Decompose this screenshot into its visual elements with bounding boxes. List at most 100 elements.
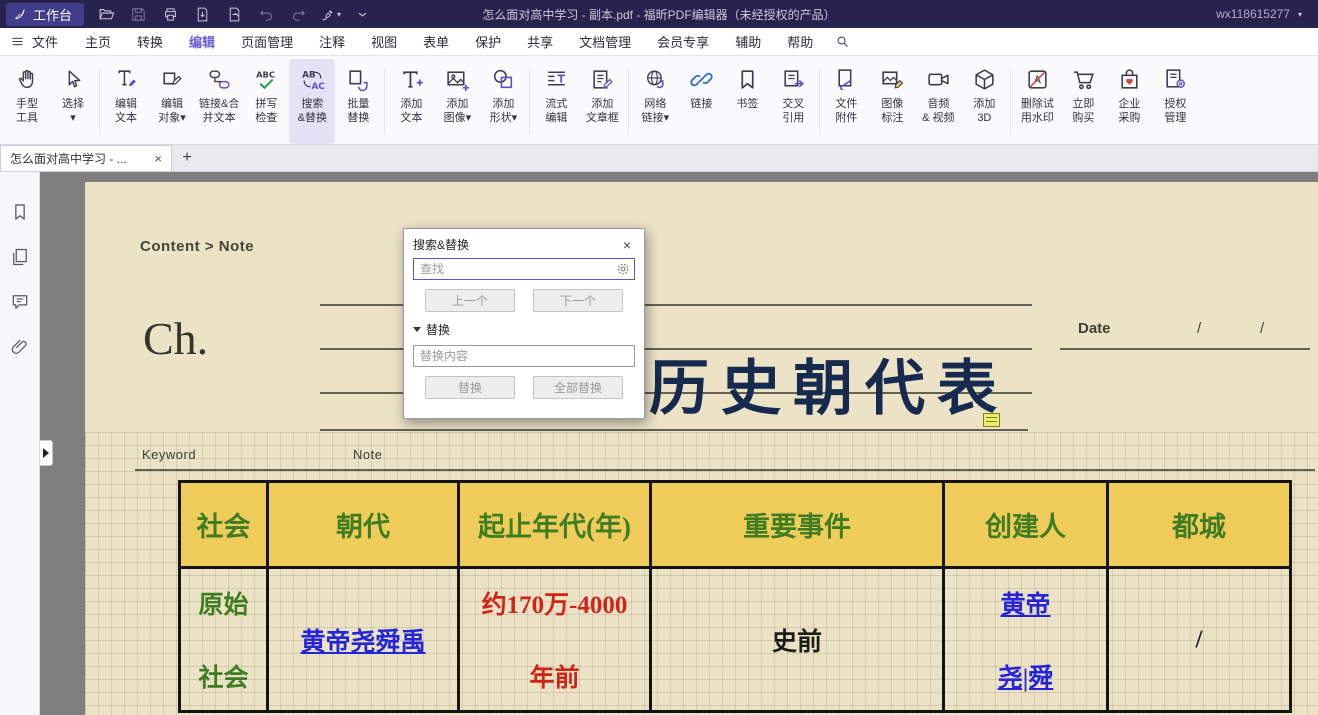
menu-item-member[interactable]: 会员专享 xyxy=(644,28,722,55)
tool-edit-text[interactable]: 编辑 文本 xyxy=(103,59,149,144)
menu-item-form[interactable]: 表单 xyxy=(410,28,462,55)
export-down-icon[interactable] xyxy=(188,3,216,25)
remove-watermark-icon: A xyxy=(1024,66,1050,92)
tool-remove-trial-watermark[interactable]: A删除试 用水印 xyxy=(1014,59,1060,144)
toolbar-group: 文件 附件图像 标注音频 & 视频添加 3D xyxy=(823,59,1007,144)
menu-item-share[interactable]: 共享 xyxy=(514,28,566,55)
tool-spell-check[interactable]: ABC拼写 检查 xyxy=(243,59,289,144)
new-tab-button[interactable]: + xyxy=(172,145,202,171)
tool-enterprise-purchase[interactable]: 企业 采购 xyxy=(1106,59,1152,144)
account-menu[interactable]: wx118615277 ▾ xyxy=(1216,7,1318,21)
cross-ref-icon xyxy=(780,66,806,92)
tool-add-image[interactable]: 添加 图像▾ xyxy=(434,59,480,144)
tool-hand-tool[interactable]: 手型 工具 xyxy=(4,59,50,144)
founder-link[interactable]: 尧|舜 xyxy=(998,658,1054,694)
menu-item-page-manage[interactable]: 页面管理 xyxy=(228,28,306,55)
replace-input[interactable] xyxy=(413,345,635,367)
dialog-close-icon[interactable]: × xyxy=(619,237,635,253)
sidebar-expand-handle[interactable] xyxy=(40,440,53,466)
add-image-icon xyxy=(445,67,470,92)
export-right-icon[interactable] xyxy=(220,3,248,25)
tool-flow-edit[interactable]: 流式 编辑 xyxy=(533,59,579,144)
account-name: wx118615277 xyxy=(1216,7,1290,21)
tool-add-article-box[interactable]: 添加 文章框 xyxy=(579,59,625,144)
next-button[interactable]: 下一个 xyxy=(533,289,623,312)
cell-society: 原始 社会 xyxy=(181,569,269,710)
pages-panel-icon[interactable] xyxy=(10,247,30,267)
tool-bookmark[interactable]: 书签 xyxy=(724,59,770,144)
redo-icon[interactable] xyxy=(284,3,312,25)
enterprise-icon xyxy=(1117,67,1142,92)
tool-edit-object[interactable]: 编辑 对象▾ xyxy=(149,59,195,144)
tab-close-icon[interactable]: × xyxy=(154,151,162,166)
tool-audio-video[interactable]: 音频 & 视频 xyxy=(915,59,961,144)
tool-add-3d[interactable]: 添加 3D xyxy=(961,59,1007,144)
dialog-header[interactable]: 搜索&替换 × xyxy=(404,229,644,258)
link-icon xyxy=(689,67,714,92)
tool-cross-reference[interactable]: 交叉 引用 xyxy=(770,59,816,144)
tool-add-shape[interactable]: 添加 形状▾ xyxy=(480,59,526,144)
undo-icon[interactable] xyxy=(252,3,280,25)
workbench-label: 工作台 xyxy=(33,5,72,24)
menu-item-protect[interactable]: 保护 xyxy=(462,28,514,55)
dynasty-link[interactable]: 黄帝尧舜禹 xyxy=(300,622,425,658)
tool-search-replace[interactable]: ABAC搜索 &替换 xyxy=(289,59,335,144)
buy-now-icon xyxy=(1070,66,1096,92)
print-icon[interactable] xyxy=(156,3,184,25)
edit-object-icon xyxy=(160,67,185,92)
tool-file-attachment[interactable]: 文件 附件 xyxy=(823,59,869,144)
menu-item-comment[interactable]: 注释 xyxy=(306,28,358,55)
menu-file[interactable]: 文件 xyxy=(10,32,58,51)
signature-icon[interactable]: ▾ xyxy=(316,3,344,25)
save-icon[interactable] xyxy=(124,3,152,25)
founder-link[interactable]: 黄帝 xyxy=(1000,585,1050,621)
open-file-icon[interactable] xyxy=(92,3,120,25)
bookmarks-panel-icon[interactable] xyxy=(10,202,30,222)
tool-web-link[interactable]: 网络 链接▾ xyxy=(632,59,678,144)
comments-panel-icon xyxy=(10,292,30,312)
sticky-note-icon[interactable] xyxy=(983,413,1000,427)
menu-search-button[interactable] xyxy=(830,31,854,53)
workbench-button[interactable]: 工作台 xyxy=(6,3,84,26)
toolbar-separator xyxy=(529,69,530,134)
enterprise-icon xyxy=(1116,66,1142,92)
menu-item-home[interactable]: 主页 xyxy=(72,28,124,55)
tool-license-management[interactable]: 授权 管理 xyxy=(1152,59,1198,144)
print-icon xyxy=(162,6,179,23)
tool-batch-replace[interactable]: 批量 替换 xyxy=(335,59,381,144)
table-row: 原始 社会 黄帝尧舜禹 约170万-4000 年前 史前 黄帝 xyxy=(181,569,1289,710)
table-header-cell: 朝代 xyxy=(269,483,460,566)
chevron-down-icon: ▾ xyxy=(337,10,341,19)
menu-item-doc-manage[interactable]: 文档管理 xyxy=(566,28,644,55)
replace-button[interactable]: 替换 xyxy=(425,376,515,399)
date-slash: / xyxy=(1197,320,1201,337)
tool-add-text[interactable]: 添加 文本 xyxy=(388,59,434,144)
menu-items: 主页转换编辑页面管理注释视图表单保护共享文档管理会员专享辅助帮助 xyxy=(72,28,826,55)
menu-item-convert[interactable]: 转换 xyxy=(124,28,176,55)
tool-link-join-text[interactable]: 链接&合 并文本 xyxy=(195,59,243,144)
menu-item-assist[interactable]: 辅助 xyxy=(722,28,774,55)
attachments-panel-icon xyxy=(10,337,30,357)
menu-item-edit[interactable]: 编辑 xyxy=(176,28,228,55)
replace-section-toggle[interactable]: 替换 xyxy=(413,321,635,338)
search-replace-dialog: 搜索&替换 × 上一个 下一个 替换 替换 全部替换 xyxy=(403,228,645,419)
search-options-gear-icon[interactable] xyxy=(615,261,631,277)
table-header-row: 社会朝代起止年代(年)重要事件创建人都城 xyxy=(181,483,1289,569)
tool-image-annotation[interactable]: 图像 标注 xyxy=(869,59,915,144)
triangle-right-icon xyxy=(43,448,49,458)
menu-item-help[interactable]: 帮助 xyxy=(774,28,826,55)
cell-period: 约170万-4000 年前 xyxy=(460,569,652,710)
batch-replace-icon xyxy=(346,67,371,92)
find-input[interactable] xyxy=(413,258,635,280)
menu-item-view[interactable]: 视图 xyxy=(358,28,410,55)
tool-buy-now[interactable]: 立即 购买 xyxy=(1060,59,1106,144)
link-join-icon xyxy=(207,67,232,92)
tool-select[interactable]: 选择 ▾ xyxy=(50,59,96,144)
previous-button[interactable]: 上一个 xyxy=(425,289,515,312)
attachments-panel-icon[interactable] xyxy=(10,337,30,357)
toolbar-more-icon[interactable] xyxy=(348,3,376,25)
replace-all-button[interactable]: 全部替换 xyxy=(533,376,623,399)
document-tab[interactable]: 怎么面对高中学习 - ... × xyxy=(0,145,172,171)
tool-link[interactable]: 链接 xyxy=(678,59,724,144)
comments-panel-icon[interactable] xyxy=(10,292,30,312)
